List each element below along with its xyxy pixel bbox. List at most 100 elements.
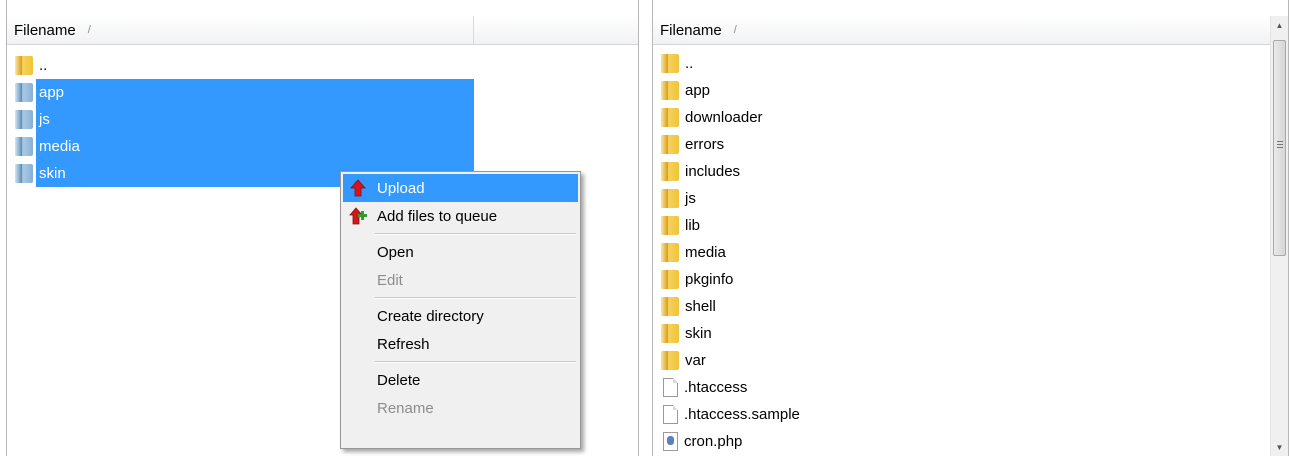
local-file-list[interactable]: .. app js media skin — [7, 52, 638, 187]
folder-icon — [661, 54, 679, 73]
selection-highlight — [36, 133, 474, 160]
file-name: media — [685, 244, 726, 261]
grip-icon — [1277, 141, 1283, 148]
file-name: errors — [685, 136, 725, 153]
scroll-up-arrow-icon[interactable]: ▲ — [1271, 16, 1288, 34]
remote-filename-column[interactable]: Filename / — [653, 16, 737, 44]
folder-icon — [15, 110, 33, 129]
file-name: .htaccess — [684, 379, 748, 396]
menu-item-label: Edit — [377, 271, 403, 289]
file-name: var — [685, 352, 706, 369]
menu-item-label: Rename — [377, 399, 434, 417]
file-list-item[interactable]: downloader — [653, 104, 1288, 131]
file-name: shell — [685, 298, 716, 315]
file-list-item[interactable]: shell — [653, 293, 1288, 320]
file-name: .. — [685, 55, 694, 72]
folder-icon — [661, 351, 679, 370]
menu-item-label: Refresh — [377, 335, 430, 353]
file-name: app — [36, 79, 68, 106]
local-column-header[interactable]: Filename / — [7, 16, 638, 45]
menu-item-upload[interactable]: Upload — [343, 174, 578, 202]
file-name: includes — [685, 163, 741, 180]
local-filename-column[interactable]: Filename / — [7, 16, 474, 44]
file-icon — [663, 405, 678, 424]
file-list-item[interactable]: errors — [653, 131, 1288, 158]
menu-item-rename: Rename — [343, 394, 578, 422]
selection-highlight — [36, 79, 474, 106]
php-file-icon — [663, 432, 678, 451]
remote-filename-header-label: Filename — [660, 21, 722, 39]
folder-icon — [661, 135, 679, 154]
file-name: .. — [39, 57, 48, 74]
folder-icon — [661, 216, 679, 235]
file-name: skin — [685, 325, 712, 342]
file-list-item[interactable]: .htaccess — [653, 374, 1288, 401]
sort-indicator-icon: / — [87, 24, 91, 36]
file-name: skin — [36, 160, 69, 187]
file-name: app — [685, 82, 711, 99]
file-list-item[interactable]: media — [7, 133, 638, 160]
file-list-item[interactable]: app — [7, 79, 638, 106]
file-name: js — [685, 190, 696, 207]
file-name: cron.php — [684, 433, 743, 450]
file-list-item[interactable]: skin — [653, 320, 1288, 347]
folder-icon — [661, 108, 679, 127]
file-name: lib — [685, 217, 701, 234]
file-list-item[interactable]: var — [653, 347, 1288, 374]
folder-icon — [661, 324, 679, 343]
file-name: downloader — [685, 109, 763, 126]
menu-item-label: Delete — [377, 371, 421, 389]
file-name: js — [36, 106, 53, 133]
folder-icon — [661, 297, 679, 316]
file-list-item[interactable]: app — [653, 77, 1288, 104]
menu-separator — [375, 294, 578, 302]
file-icon — [663, 378, 678, 397]
menu-item-label: Add files to queue — [377, 207, 498, 225]
file-list-item[interactable]: js — [7, 106, 638, 133]
remote-file-panel[interactable]: Filename / .. app downloader errors includes… — [652, 0, 1289, 456]
file-list-item[interactable]: js — [653, 185, 1288, 212]
scroll-thumb[interactable] — [1273, 40, 1286, 256]
menu-item-delete[interactable]: Delete — [343, 366, 578, 394]
menu-item-add-to-queue[interactable]: Add files to queue — [343, 202, 578, 230]
scroll-down-arrow-icon[interactable]: ▼ — [1271, 438, 1288, 456]
sort-indicator-icon: / — [733, 24, 737, 36]
file-list-item[interactable]: .htaccess.sample — [653, 401, 1288, 428]
file-list-item[interactable]: .. — [7, 52, 638, 79]
file-name: .htaccess.sample — [684, 406, 800, 423]
upload-arrow-icon — [349, 179, 367, 197]
folder-icon — [661, 189, 679, 208]
local-filename-header-label: Filename — [14, 21, 76, 39]
file-name: pkginfo — [685, 271, 734, 288]
file-list-item[interactable]: pkginfo — [653, 266, 1288, 293]
folder-icon — [661, 243, 679, 262]
context-menu[interactable]: Upload Add files to queue Open Edit Crea… — [340, 171, 581, 449]
folder-icon — [15, 164, 33, 183]
menu-item-open[interactable]: Open — [343, 238, 578, 266]
menu-item-label: Upload — [377, 179, 425, 197]
menu-item-label: Create directory — [377, 307, 484, 325]
folder-icon — [15, 137, 33, 156]
file-list-item[interactable]: includes — [653, 158, 1288, 185]
selection-highlight — [36, 106, 474, 133]
folder-icon — [661, 270, 679, 289]
remote-vertical-scrollbar[interactable]: ▲ ▼ — [1270, 16, 1288, 456]
file-list-item[interactable]: cron.php — [653, 428, 1288, 455]
file-list-item[interactable]: .. — [653, 50, 1288, 77]
remote-column-header[interactable]: Filename / — [653, 16, 1288, 45]
folder-icon — [661, 162, 679, 181]
folder-icon — [15, 56, 33, 75]
menu-item-edit: Edit — [343, 266, 578, 294]
file-list-item[interactable]: lib — [653, 212, 1288, 239]
menu-separator — [375, 230, 578, 238]
menu-separator — [375, 358, 578, 366]
folder-icon — [15, 83, 33, 102]
add-queue-icon — [349, 207, 367, 225]
file-name: media — [36, 133, 83, 160]
remote-file-list[interactable]: .. app downloader errors includes js lib media p… — [653, 50, 1288, 455]
menu-item-create-directory[interactable]: Create directory — [343, 302, 578, 330]
menu-item-label: Open — [377, 243, 414, 261]
folder-icon — [661, 81, 679, 100]
menu-item-refresh[interactable]: Refresh — [343, 330, 578, 358]
file-list-item[interactable]: media — [653, 239, 1288, 266]
